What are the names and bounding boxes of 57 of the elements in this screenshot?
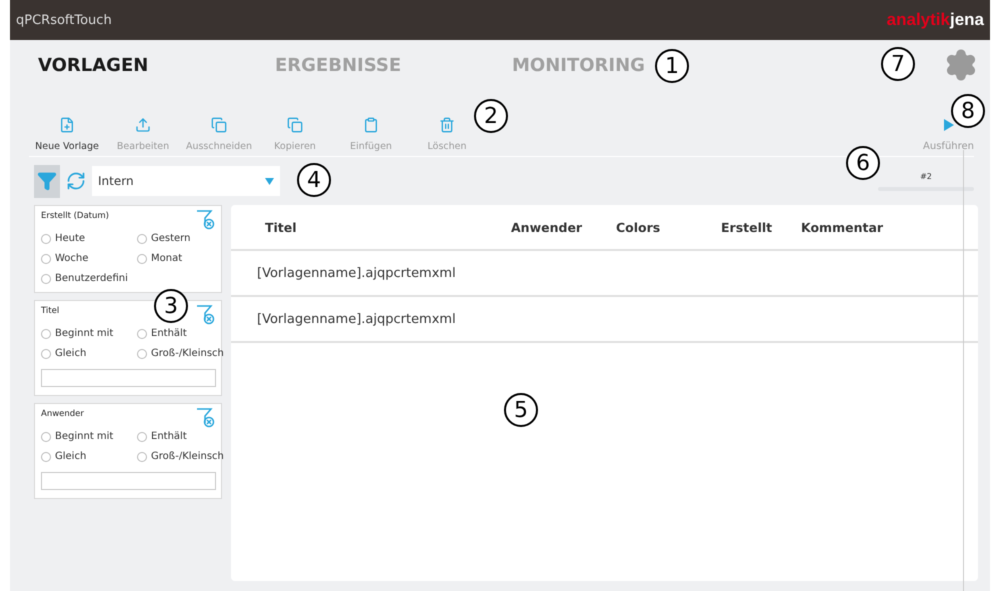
radio-option[interactable]: Monat [137, 253, 223, 264]
radio-circle[interactable] [41, 234, 51, 244]
radio-option[interactable]: Enthält [137, 328, 223, 339]
table-cell-text: [Vorlagenname].ajqpcrtemxml [256, 266, 456, 280]
filter-button[interactable] [34, 164, 60, 198]
column-header: Titel [264, 220, 298, 234]
radio-circle[interactable] [41, 432, 51, 442]
radio-circle[interactable] [41, 348, 51, 358]
column-header: Kommentar [801, 220, 884, 234]
radio-circle[interactable] [41, 274, 51, 284]
radio-option[interactable]: Gleich [41, 348, 137, 359]
column-header: Erstellt [721, 220, 774, 234]
upload-icon [134, 117, 151, 133]
copy-icon [287, 117, 303, 133]
table-cell-text: [Vorlagenname].ajqpcrtemxml [256, 312, 456, 326]
radio-option[interactable]: Heute [41, 233, 137, 244]
refresh-icon[interactable] [66, 171, 86, 191]
radio-option[interactable]: Woche [41, 253, 137, 264]
nav-tab[interactable]: VORLAGEN [38, 54, 271, 76]
column-header: Colors [616, 220, 662, 234]
app-title: qPCRsoftTouch [16, 12, 112, 28]
column-header: Anwender [511, 220, 584, 234]
caret-icon [265, 178, 274, 184]
radio-circle[interactable] [137, 348, 147, 358]
radio-circle[interactable] [41, 452, 51, 462]
source-dropdown[interactable]: Intern [92, 166, 280, 196]
radio-option[interactable]: Beginnt mit [41, 328, 137, 339]
radio-circle[interactable] [41, 254, 51, 264]
radio-circle[interactable] [137, 254, 147, 264]
radio-option[interactable]: Gestern [137, 233, 223, 244]
toolbar-button[interactable]: Neue Vorlage [35, 117, 99, 152]
input-field[interactable] [41, 369, 216, 387]
radio-circle[interactable] [137, 328, 147, 338]
copy-icon [210, 117, 227, 133]
table-row[interactable]: [Vorlagenname].ajqpcrtemxml [231, 251, 978, 297]
radio-circle[interactable] [137, 432, 147, 442]
delete-icon [439, 117, 455, 133]
radio-option[interactable]: Groß-/Kleinsch [137, 348, 223, 359]
radio-option[interactable]: Benutzerdefini [41, 273, 137, 284]
filter-icon [37, 171, 57, 191]
page-label: #2 [920, 172, 932, 180]
panel-title: Titel [41, 306, 60, 318]
panel-title: Anwender [41, 409, 84, 421]
radio-option[interactable]: Gleich [41, 451, 137, 462]
brand-logo: analytikjena [886, 10, 984, 30]
radio-circle[interactable] [137, 234, 147, 244]
new-icon [59, 117, 75, 133]
radio-option[interactable]: Groß-/Kleinsch [137, 451, 223, 462]
play-icon [944, 119, 954, 131]
radio-option[interactable]: Beginnt mit [41, 431, 137, 442]
table-row[interactable]: [Vorlagenname].ajqpcrtemxml [231, 297, 978, 343]
radio-option[interactable]: Enthält [137, 431, 223, 442]
input-field[interactable] [41, 472, 216, 490]
radio-circle[interactable] [137, 452, 147, 462]
paste-icon [363, 117, 379, 133]
radio-circle[interactable] [41, 328, 51, 338]
panel-title: Erstellt (Datum) [41, 211, 109, 223]
